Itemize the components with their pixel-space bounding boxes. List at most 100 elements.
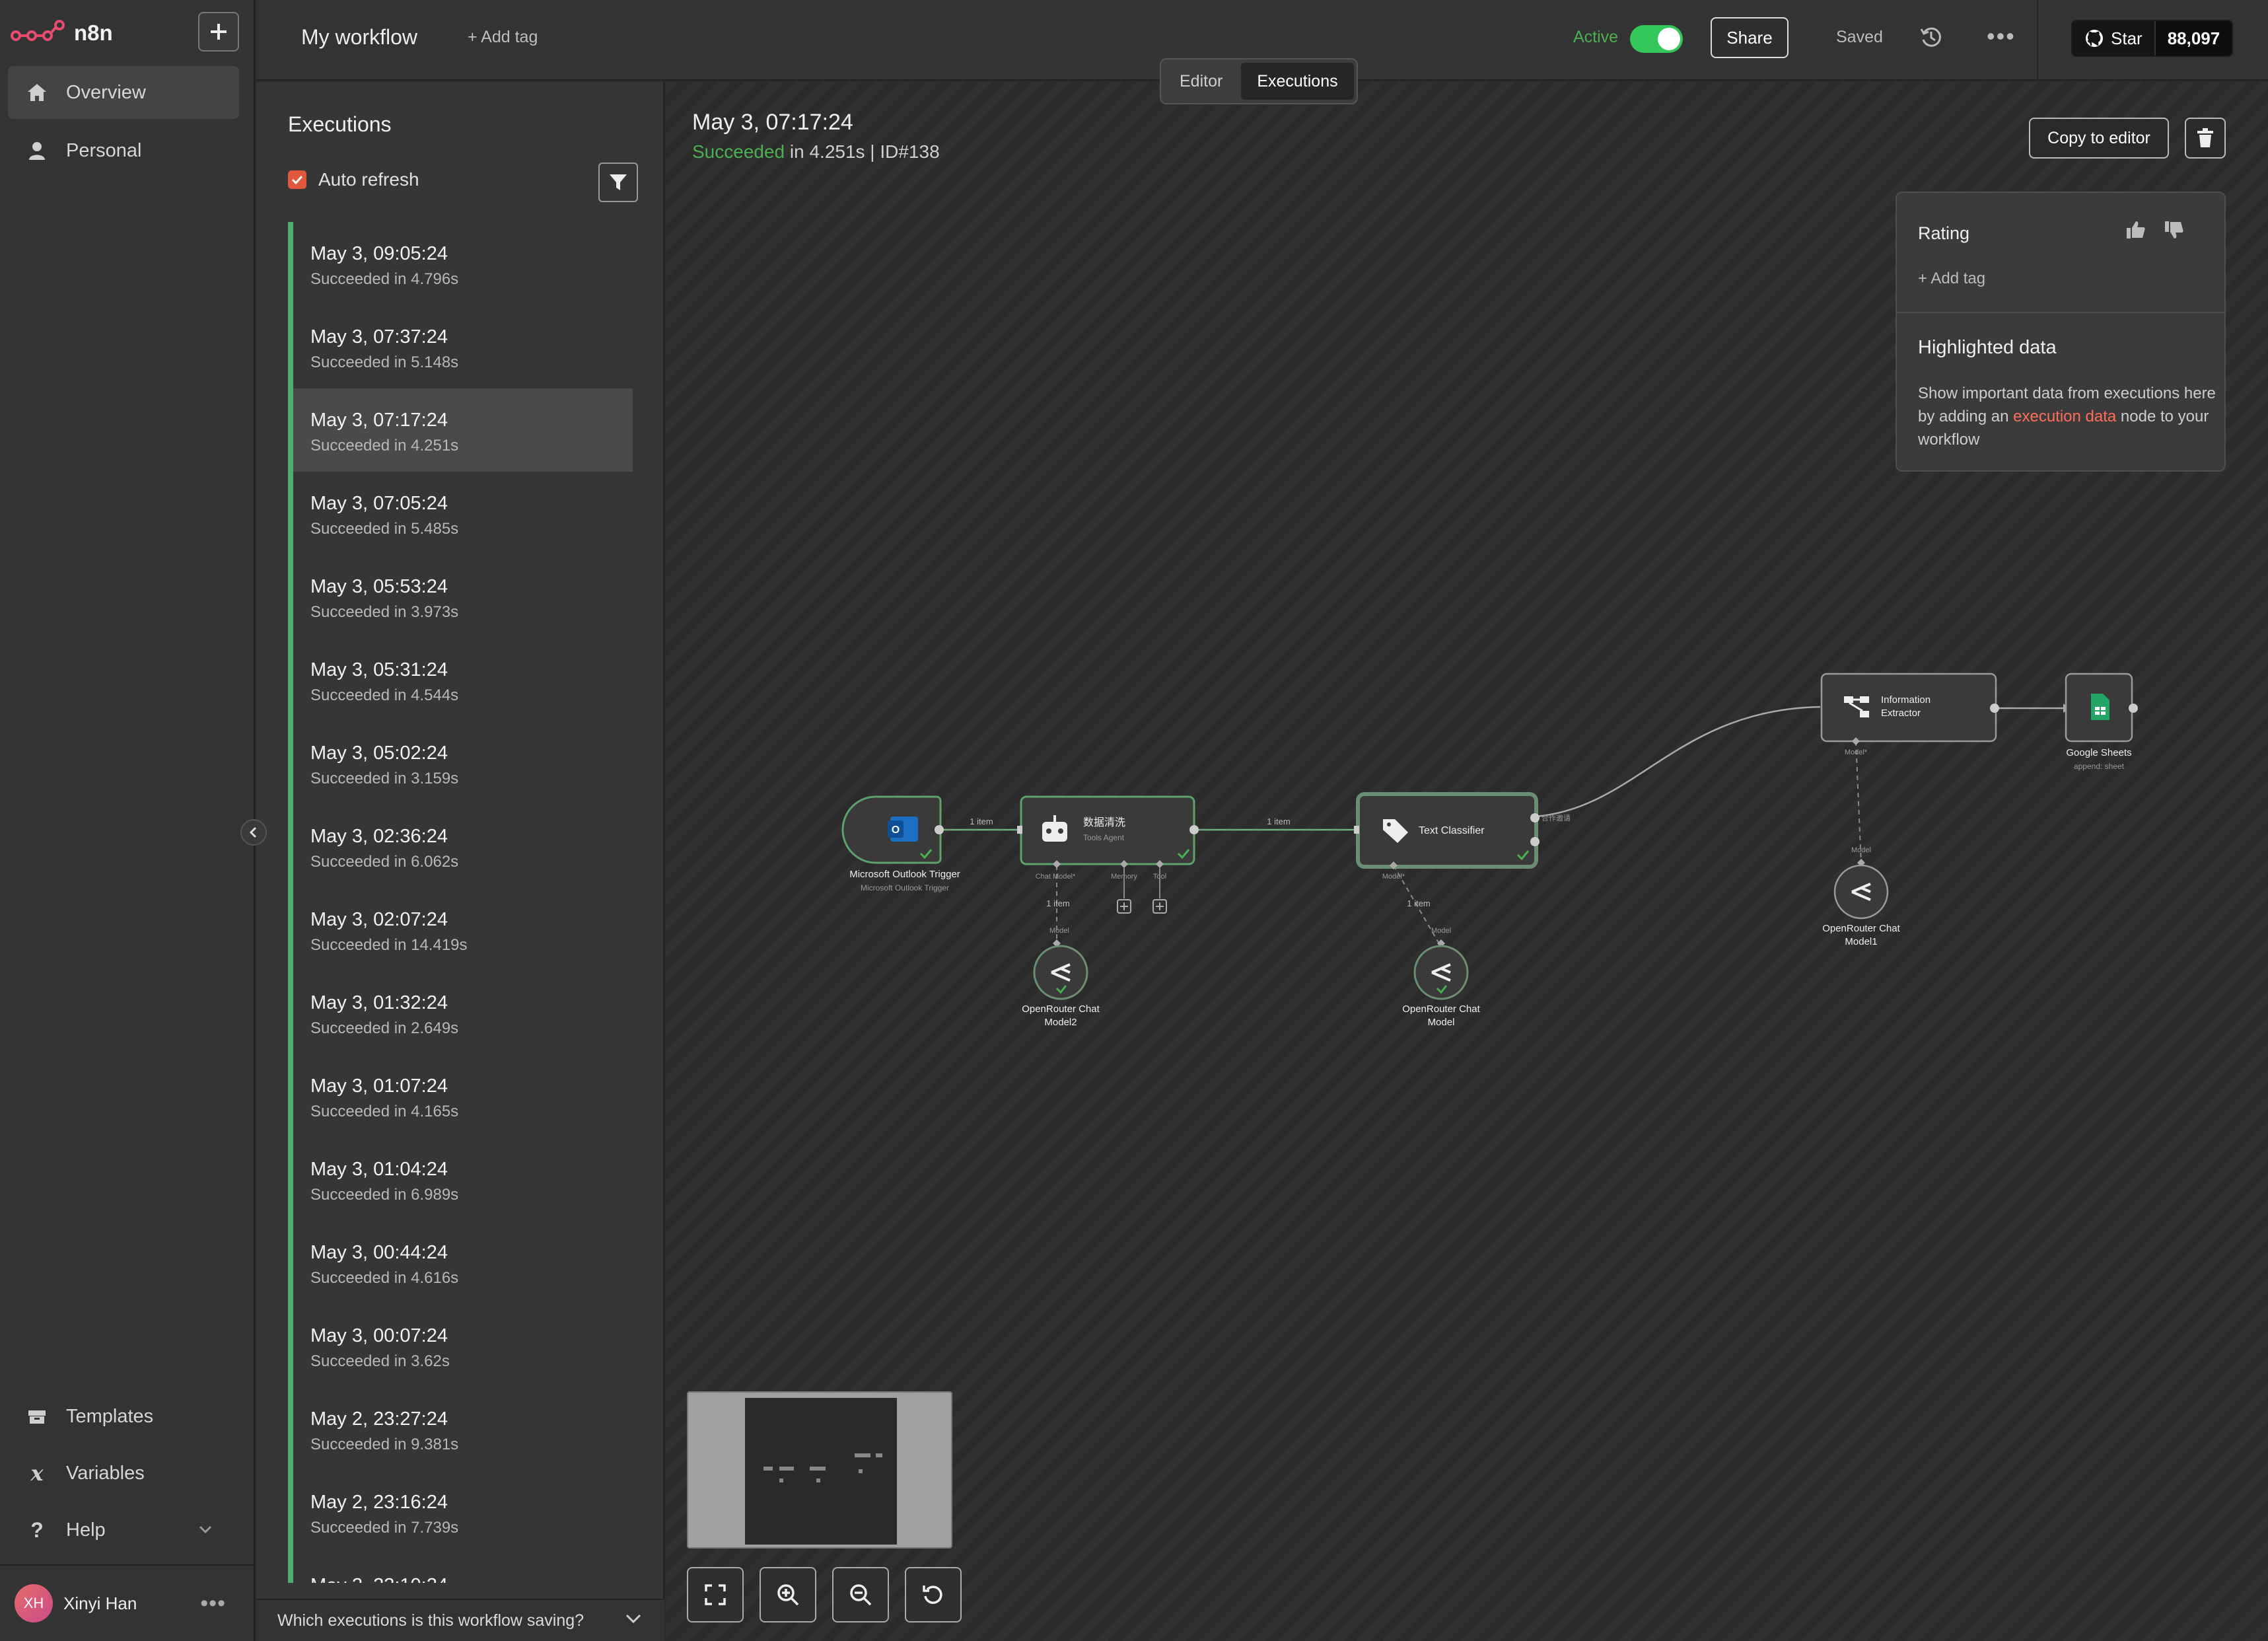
more-icon[interactable]: ••• [200, 1591, 226, 1617]
share-button[interactable]: Share [1711, 17, 1789, 58]
execution-item[interactable]: May 3, 00:44:24 Succeeded in 4.616s [288, 1221, 633, 1304]
port-label: Model* [1845, 748, 1868, 756]
tab-editor[interactable]: Editor [1164, 63, 1238, 100]
execution-item[interactable]: May 3, 07:37:24 Succeeded in 5.148s [288, 305, 633, 388]
node-tools-agent[interactable]: 数据清洗 Tools Agent Chat Model* Memory Tool [1017, 795, 1199, 914]
chevron-down-icon [625, 1614, 641, 1624]
add-tool-button[interactable] [1152, 899, 1167, 914]
execution-status: Succeeded in 2.649s [310, 1019, 459, 1037]
create-new-button[interactable] [198, 12, 239, 52]
input-port[interactable] [1017, 826, 1022, 834]
node-subtitle: Microsoft Outlook Trigger [861, 883, 949, 893]
view-switcher: Editor Executions [1160, 58, 1358, 104]
add-memory-button[interactable] [1117, 899, 1131, 914]
node-openrouter-model2[interactable]: Model OpenRouter Chat Model2 [1022, 927, 1100, 1028]
brand-logo[interactable]: n8n [11, 15, 113, 52]
node-outlook-trigger[interactable]: O Microsoft Outlook Trigger Microsoft Ou… [841, 795, 960, 893]
sidebar-item-templates[interactable]: Templates [8, 1390, 239, 1443]
node-openrouter-model1[interactable]: Model OpenRouter Chat Model1 [1822, 846, 1900, 947]
execution-item[interactable]: May 3, 02:07:24 Succeeded in 14.419s [288, 888, 633, 971]
node-label-line2: Model2 [1044, 1017, 1077, 1028]
svg-text:O: O [892, 824, 900, 836]
execution-item[interactable]: May 3, 05:53:24 Succeeded in 3.973s [288, 555, 633, 638]
github-star[interactable]: Star [2073, 21, 2154, 55]
reset-zoom-button[interactable] [905, 1567, 962, 1623]
sheets-icon [2091, 694, 2109, 720]
execution-status: Succeeded in 5.148s [310, 353, 459, 371]
active-toggle[interactable] [1630, 25, 1683, 53]
sidebar-item-label: Help [66, 1519, 106, 1541]
sidebar-item-label: Personal [66, 139, 142, 161]
minimap[interactable] [687, 1391, 952, 1549]
execution-item-selected[interactable]: May 3, 07:17:24 Succeeded in 4.251s [288, 388, 633, 472]
execution-status: Succeeded in 3.159s [310, 770, 459, 787]
more-options-icon[interactable]: ••• [1987, 22, 2016, 50]
filter-button[interactable] [598, 163, 638, 202]
execution-item[interactable]: May 3, 01:32:24 Succeeded in 2.649s [288, 971, 633, 1054]
workflow-canvas[interactable]: May 3, 07:17:24 Succeeded in 4.251s | ID… [666, 82, 2268, 1641]
fit-view-button[interactable] [687, 1567, 744, 1623]
output-port[interactable] [1530, 837, 1540, 846]
execution-item[interactable]: May 3, 07:05:24 Succeeded in 5.485s [288, 472, 633, 555]
github-star-count[interactable]: 88,097 [2154, 21, 2232, 55]
tab-executions[interactable]: Executions [1241, 63, 1354, 100]
node-google-sheets[interactable]: Google Sheets append: sheet [2065, 673, 2138, 771]
zoom-out-button[interactable] [832, 1567, 889, 1623]
execution-item[interactable]: May 3, 01:04:24 Succeeded in 6.989s [288, 1138, 633, 1221]
add-tag-button[interactable]: + Add tag [468, 28, 538, 47]
github-icon [2086, 30, 2103, 47]
execution-status: Succeeded in 4.796s [310, 270, 459, 288]
active-label: Active [1573, 28, 1619, 46]
minimap-node [779, 1467, 794, 1471]
chevron-left-icon [249, 826, 257, 838]
output-port[interactable] [935, 825, 944, 834]
chevron-down-icon [199, 1525, 212, 1534]
auto-refresh-label: Auto refresh [318, 169, 419, 190]
input-port[interactable] [1354, 826, 1359, 834]
box-icon [25, 1404, 49, 1428]
check-icon [291, 175, 303, 184]
node-label-line1: OpenRouter Chat [1022, 1003, 1100, 1015]
zoom-in-button[interactable] [760, 1567, 816, 1623]
executions-saving-question[interactable]: Which executions is this workflow saving… [256, 1599, 664, 1641]
execution-item[interactable]: May 3, 01:07:24 Succeeded in 4.165s [288, 1054, 633, 1138]
zoom-out-icon [850, 1584, 872, 1606]
execution-item[interactable]: May 3, 09:05:24 Succeeded in 4.796s [288, 222, 633, 305]
github-star-button[interactable]: Star 88,097 [2071, 20, 2234, 57]
sidebar-item-variables[interactable]: x Variables [8, 1447, 239, 1500]
sidebar-item-overview[interactable]: Overview [8, 66, 239, 119]
execution-status: Succeeded in 4.544s [310, 686, 459, 704]
execution-status: Succeeded in 4.165s [310, 1103, 459, 1120]
output-port[interactable] [1189, 825, 1199, 834]
execution-date: May 2, 23:10:24 [310, 1575, 633, 1583]
execution-item[interactable]: May 3, 02:36:24 Succeeded in 6.062s [288, 805, 633, 888]
node-label-line2: Model1 [1845, 936, 1877, 947]
node-information-extractor[interactable]: Information Extractor Model* [1820, 673, 1999, 756]
auto-refresh-checkbox[interactable] [288, 170, 306, 189]
node-label-line2: Model [1428, 1017, 1455, 1028]
workflow-title[interactable]: My workflow [301, 25, 417, 50]
execution-date: May 3, 07:17:24 [310, 410, 448, 431]
node-openrouter-model[interactable]: Model OpenRouter Chat Model [1402, 927, 1480, 1028]
execution-item[interactable]: May 3, 00:07:24 Succeeded in 3.62s [288, 1304, 633, 1387]
auto-refresh-row[interactable]: Auto refresh [288, 169, 419, 190]
execution-status: Succeeded in 7.739s [310, 1519, 459, 1537]
output-port[interactable] [2129, 704, 2138, 713]
sidebar-item-personal[interactable]: Personal [8, 124, 239, 177]
execution-item[interactable]: May 3, 05:02:24 Succeeded in 3.159s [288, 721, 633, 805]
node-text-classifier[interactable]: Text Classifier 合作邀请 Model* [1354, 792, 1571, 881]
execution-item[interactable]: May 2, 23:10:24 [288, 1554, 633, 1583]
sidebar-item-help[interactable]: ? Help [8, 1504, 239, 1556]
execution-date: May 3, 01:32:24 [310, 992, 448, 1013]
user-menu[interactable]: XH Xinyi Han ••• [0, 1564, 255, 1641]
execution-item[interactable]: May 3, 05:31:24 Succeeded in 4.544s [288, 638, 633, 721]
output-port[interactable] [1530, 813, 1540, 822]
execution-date: May 3, 07:37:24 [310, 326, 448, 347]
edge-label: 1 item [1046, 898, 1069, 908]
execution-item[interactable]: May 2, 23:27:24 Succeeded in 9.381s [288, 1387, 633, 1471]
execution-item[interactable]: May 2, 23:16:24 Succeeded in 7.739s [288, 1471, 633, 1554]
collapse-sidebar-button[interactable] [240, 819, 267, 846]
history-icon[interactable] [1919, 25, 1943, 49]
output-port[interactable] [1990, 704, 1999, 713]
minimap-node [855, 1453, 870, 1457]
